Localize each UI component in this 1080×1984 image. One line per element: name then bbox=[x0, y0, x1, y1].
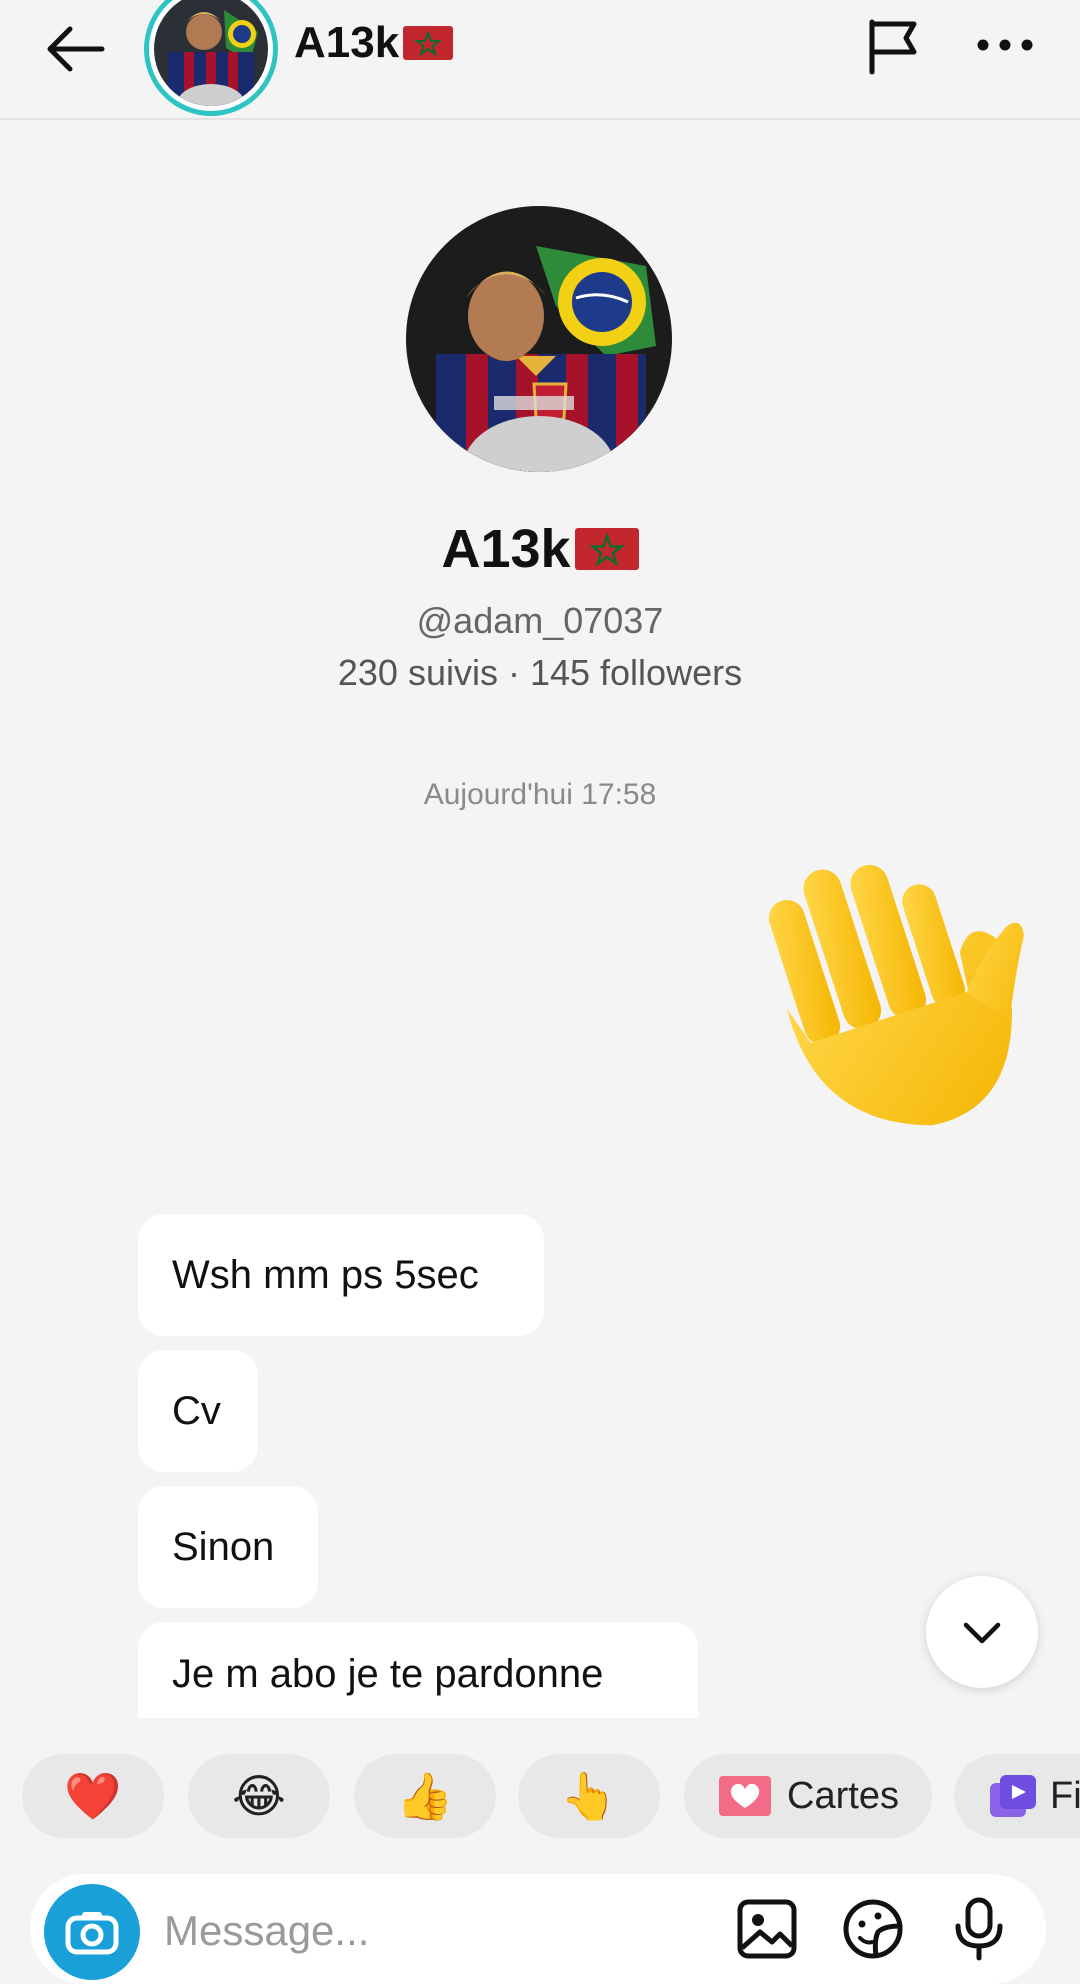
video-stack-icon bbox=[990, 1775, 1036, 1817]
quick-reply-more[interactable]: Fi bbox=[954, 1754, 1080, 1838]
morocco-flag-icon bbox=[403, 26, 454, 60]
gallery-image-icon[interactable] bbox=[734, 1896, 800, 1962]
quick-reply-label: Cartes bbox=[787, 1774, 899, 1817]
profile-stats: 230 suivis · 145 followers bbox=[337, 652, 743, 693]
waving-hand-icon[interactable] bbox=[740, 846, 1040, 1146]
message-bubble[interactable]: Je m abo je te pardonne bbox=[138, 1622, 698, 1718]
profile-photo bbox=[406, 206, 672, 472]
profile-name-text: A13k bbox=[441, 519, 571, 579]
message-bubble[interactable]: Wsh mm ps 5sec bbox=[138, 1214, 544, 1336]
sticker-icon[interactable] bbox=[840, 1896, 906, 1962]
quick-reply-pointing[interactable]: 👆 bbox=[518, 1754, 660, 1838]
tears-of-joy-icon: 😂 bbox=[232, 1769, 286, 1823]
message-text: Wsh mm ps 5sec bbox=[172, 1252, 479, 1297]
camera-icon bbox=[65, 1912, 119, 1955]
message-text: Je m abo je te pardonne bbox=[172, 1652, 604, 1696]
thumbs-up-icon: 👍 bbox=[396, 1769, 454, 1823]
more-options-icon[interactable] bbox=[972, 20, 1038, 70]
header-username[interactable]: A13k bbox=[294, 18, 454, 68]
card-heart-icon bbox=[719, 1776, 772, 1816]
quick-reply-heart[interactable]: ❤️ bbox=[22, 1754, 164, 1838]
red-heart-icon: ❤️ bbox=[64, 1769, 122, 1823]
message-bubble[interactable]: Sinon bbox=[138, 1486, 318, 1608]
profile-name: A13k bbox=[0, 518, 1080, 580]
message-bubble[interactable]: Cv bbox=[138, 1350, 258, 1472]
camera-button[interactable] bbox=[44, 1884, 140, 1980]
chevron-down-icon bbox=[963, 1622, 1001, 1644]
quick-reply-cartes[interactable]: Cartes bbox=[684, 1754, 932, 1838]
microphone-icon[interactable] bbox=[946, 1896, 1012, 1962]
morocco-flag-icon bbox=[574, 528, 639, 570]
chat-header: A13k bbox=[0, 0, 1080, 120]
message-input[interactable] bbox=[162, 1892, 726, 1970]
scroll-to-bottom-button[interactable] bbox=[926, 1576, 1038, 1688]
quick-reply-thumbs-up[interactable]: 👍 bbox=[354, 1754, 496, 1838]
back-arrow-icon[interactable] bbox=[40, 14, 110, 84]
pointing-up-icon: 👆 bbox=[560, 1769, 618, 1823]
quick-reply-laugh[interactable]: 😂 bbox=[188, 1754, 330, 1838]
message-composer bbox=[30, 1874, 1046, 1984]
message-text: Sinon bbox=[172, 1524, 275, 1569]
header-avatar[interactable] bbox=[144, 0, 278, 116]
avatar-photo bbox=[154, 0, 268, 106]
quick-reply-label: Fi bbox=[1050, 1774, 1080, 1817]
profile-avatar[interactable] bbox=[406, 206, 672, 472]
flag-report-icon[interactable] bbox=[862, 14, 926, 78]
profile-handle: @adam_07037 bbox=[416, 600, 664, 641]
header-username-text: A13k bbox=[294, 18, 400, 67]
message-timestamp: Aujourd'hui 17:58 bbox=[423, 778, 657, 811]
message-text: Cv bbox=[172, 1388, 221, 1433]
quick-replies-bar: ❤️ 😂 👍 👆 Cartes Fi bbox=[0, 1718, 1080, 1874]
